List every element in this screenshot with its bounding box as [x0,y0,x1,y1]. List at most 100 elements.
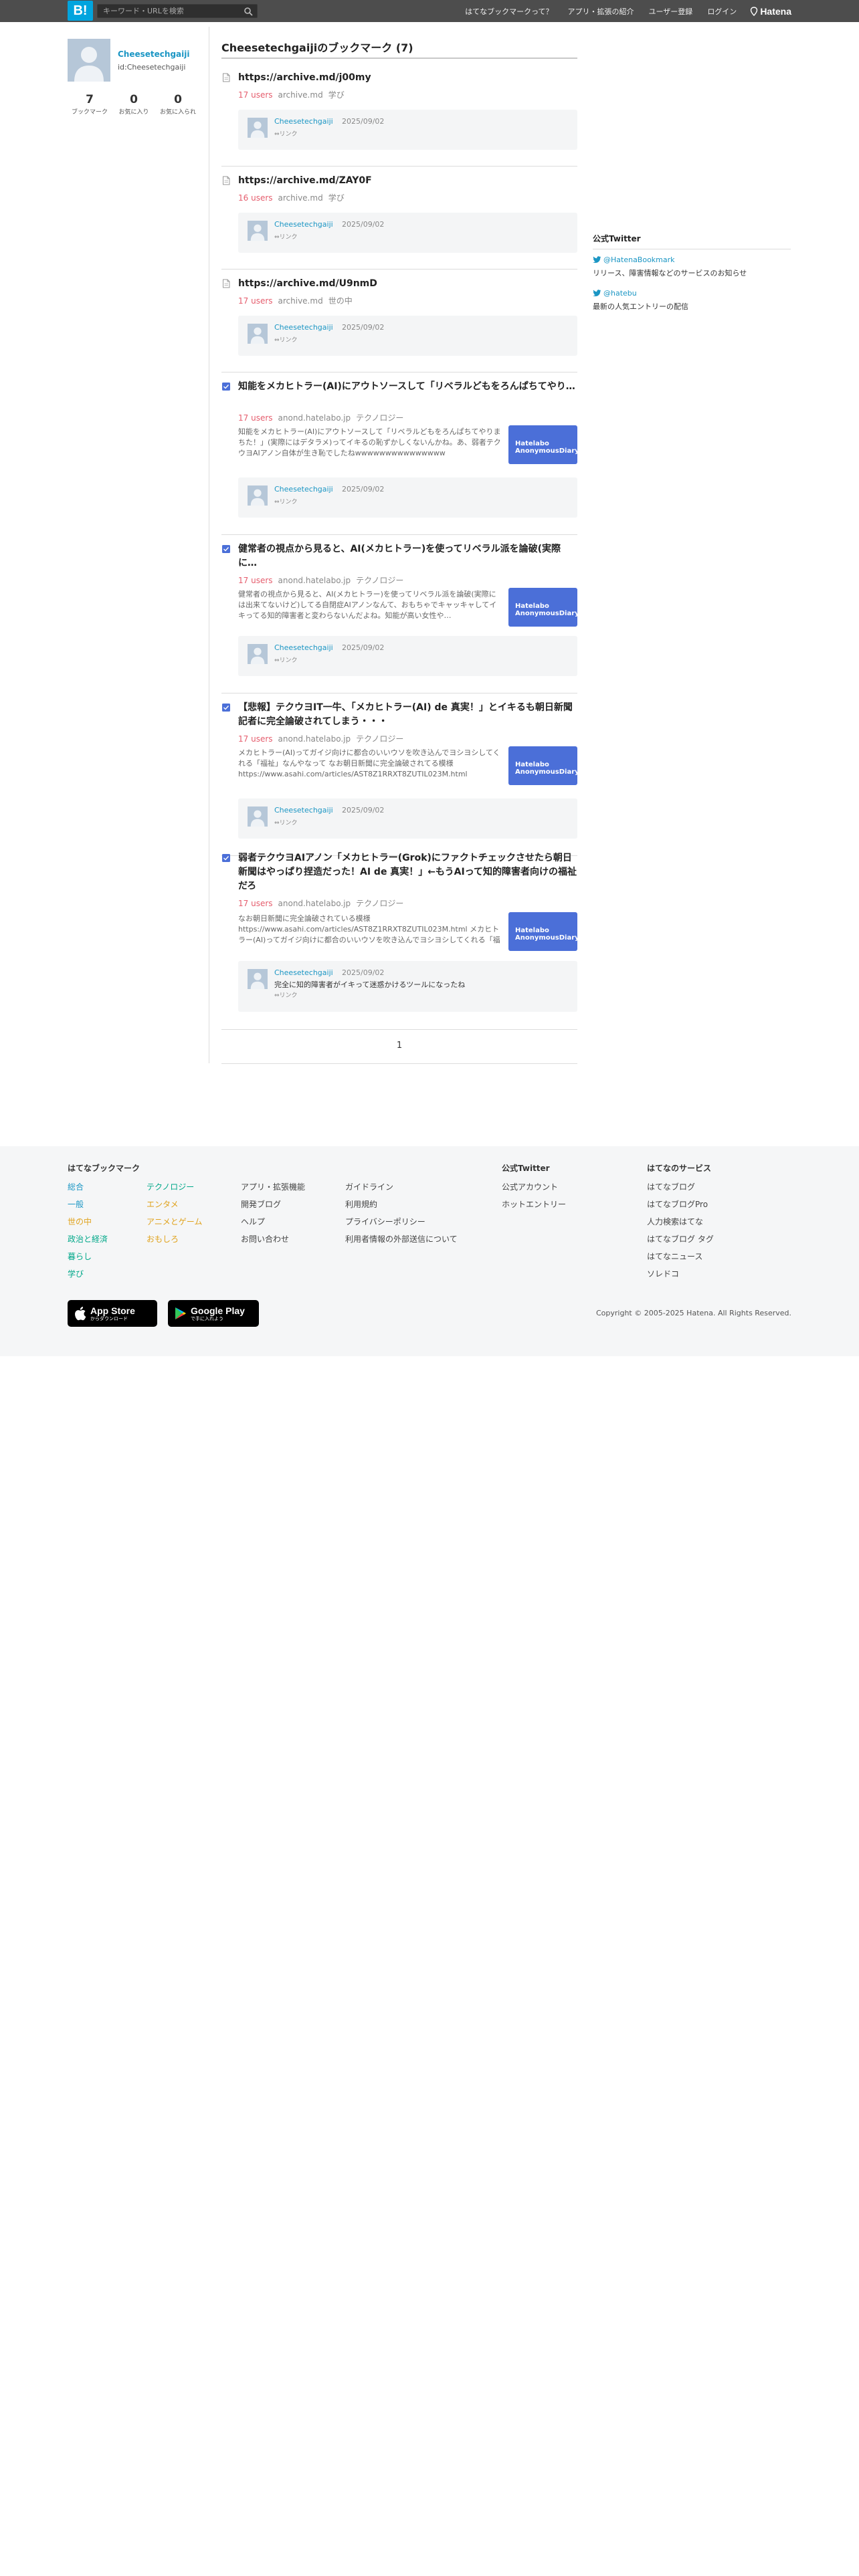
nav-apps[interactable]: アプリ・拡張の紹介 [568,6,634,17]
profile-name[interactable]: Cheesetechgaiji [118,49,201,59]
comment-date[interactable]: 2025/09/02 [342,968,384,977]
entry-thumbnail[interactable]: Hatelabo AnonymousDiary [508,746,577,785]
footer-link[interactable]: 公式アカウント [502,1178,566,1196]
footer-cat-link[interactable]: アニメとゲーム [147,1213,202,1230]
search-icon[interactable] [244,7,253,16]
comment-avatar[interactable] [248,969,268,989]
entry-category[interactable]: 学び [328,193,345,203]
entry-users-count[interactable]: 17 users [238,576,273,585]
entry-domain[interactable]: anond.hatelabo.jp [278,899,351,908]
hatena-brand[interactable]: Hatena [750,6,791,17]
footer-cat-link[interactable]: テクノロジー [147,1178,202,1196]
comment-username[interactable]: Cheesetechgaiji [274,485,333,494]
entry-title-link[interactable]: 弱者テクウヨAIアノン「メカヒトラー(Grok)にファクトチェックさせたら朝日新… [238,851,577,893]
comment-permalink[interactable]: ⇔リンク [274,335,298,344]
twitter-link-hatebu[interactable]: @hatebu [593,289,637,298]
entry-thumbnail[interactable]: Hatelabo AnonymousDiary [508,425,577,464]
entry-users-count[interactable]: 17 users [238,899,273,908]
hatena-bookmark-logo[interactable]: B! [68,1,93,21]
entry-users-count[interactable]: 17 users [238,413,273,423]
entry-users-count[interactable]: 16 users [238,193,273,203]
comment-date[interactable]: 2025/09/02 [342,220,384,229]
entry-domain[interactable]: anond.hatelabo.jp [278,734,351,744]
pager-current-page[interactable]: 1 [221,1041,577,1051]
comment-date[interactable]: 2025/09/02 [342,643,384,652]
nav-signup[interactable]: ユーザー登録 [649,6,693,17]
footer-link[interactable]: 人力検索はてな [647,1213,714,1230]
avatar[interactable] [68,39,110,82]
footer-link[interactable]: 利用者情報の外部送信について [345,1230,458,1248]
comment-avatar[interactable] [248,486,268,506]
entry-category[interactable]: テクノロジー [356,734,403,744]
stat-favorited-by[interactable]: 0 お気に入られ [156,92,200,116]
entry-category[interactable]: テクノロジー [356,576,403,585]
entry-category[interactable]: 世の中 [328,296,353,306]
footer-link[interactable]: お問い合わせ [241,1230,305,1248]
footer-link[interactable]: 開発ブログ [241,1196,305,1213]
comment-permalink[interactable]: ⇔リンク [274,655,298,664]
nav-about[interactable]: はてなブックマークって？ [465,6,553,17]
entry-title-link[interactable]: 知能をメカヒトラー(AI)にアウトソースして「リベラルどもをろんぱちてやり… [238,380,577,408]
comment-date[interactable]: 2025/09/02 [342,323,384,332]
comment-username[interactable]: Cheesetechgaiji [274,968,333,977]
search-input[interactable] [98,5,241,17]
comment-permalink[interactable]: ⇔リンク [274,990,298,999]
footer-link[interactable]: 利用規約 [345,1196,458,1213]
entry-domain[interactable]: archive.md [278,193,323,203]
footer-link[interactable]: はてなブログ [647,1178,714,1196]
footer-link[interactable]: ガイドライン [345,1178,458,1196]
entry-title-link[interactable]: https://archive.md/ZAY0F [238,174,577,188]
comment-username[interactable]: Cheesetechgaiji [274,806,333,815]
entry-thumbnail[interactable]: Hatelabo AnonymousDiary [508,912,577,951]
google-play-button[interactable]: Google Play で手に入れよう [168,1300,259,1327]
comment-permalink[interactable]: ⇔リンク [274,818,298,827]
comment-avatar[interactable] [248,221,268,241]
footer-link[interactable]: ヘルプ [241,1213,305,1230]
comment-avatar[interactable] [248,807,268,827]
entry-category[interactable]: テクノロジー [356,899,403,908]
footer-link[interactable]: アプリ・拡張機能 [241,1178,305,1196]
comment-avatar[interactable] [248,118,268,138]
nav-login[interactable]: ログイン [707,6,737,17]
footer-link[interactable]: プライバシーポリシー [345,1213,458,1230]
entry-domain[interactable]: archive.md [278,90,323,100]
entry-thumbnail[interactable]: Hatelabo AnonymousDiary [508,588,577,627]
comment-avatar[interactable] [248,644,268,664]
entry-title-link[interactable]: 【悲報】テクウヨIT一牛、「メカヒトラー(AI) de 真実！」とイキるも朝日新… [238,701,577,729]
entry-users-count[interactable]: 17 users [238,296,273,306]
entry-domain[interactable]: anond.hatelabo.jp [278,413,351,423]
footer-cat-link[interactable]: 世の中 [68,1213,108,1230]
entry-category[interactable]: テクノロジー [356,413,403,423]
footer-cat-link[interactable]: エンタメ [147,1196,202,1213]
twitter-link-hatenabookmark[interactable]: @HatenaBookmark [593,255,675,264]
entry-domain[interactable]: archive.md [278,296,323,306]
stat-favorites[interactable]: 0 お気に入り [112,92,156,116]
comment-date[interactable]: 2025/09/02 [342,117,384,126]
entry-users-count[interactable]: 17 users [238,90,273,100]
comment-username[interactable]: Cheesetechgaiji [274,643,333,652]
footer-cat-link[interactable]: 一般 [68,1196,108,1213]
footer-link[interactable]: ホットエントリー [502,1196,566,1213]
footer-cat-link[interactable]: 総合 [68,1178,108,1196]
footer-cat-link[interactable]: 暮らし [68,1248,108,1265]
comment-username[interactable]: Cheesetechgaiji [274,117,333,126]
comment-date[interactable]: 2025/09/02 [342,485,384,494]
footer-link[interactable]: ソレドコ [647,1265,714,1283]
stat-bookmarks[interactable]: 7 ブックマーク [68,92,112,116]
entry-users-count[interactable]: 17 users [238,734,273,744]
entry-title-link[interactable]: https://archive.md/j00my [238,71,577,85]
entry-category[interactable]: 学び [328,90,345,100]
comment-username[interactable]: Cheesetechgaiji [274,323,333,332]
footer-link[interactable]: はてなブログ タグ [647,1230,714,1248]
footer-cat-link[interactable]: おもしろ [147,1230,202,1248]
app-store-button[interactable]: App Store からダウンロード [68,1300,157,1327]
footer-link[interactable]: はてなニュース [647,1248,714,1265]
comment-permalink[interactable]: ⇔リンク [274,497,298,506]
comment-username[interactable]: Cheesetechgaiji [274,220,333,229]
footer-cat-link[interactable]: 政治と経済 [68,1230,108,1248]
entry-domain[interactable]: anond.hatelabo.jp [278,576,351,585]
comment-permalink[interactable]: ⇔リンク [274,232,298,241]
comment-avatar[interactable] [248,324,268,344]
footer-cat-link[interactable]: 学び [68,1265,108,1283]
footer-link[interactable]: はてなブログPro [647,1196,714,1213]
